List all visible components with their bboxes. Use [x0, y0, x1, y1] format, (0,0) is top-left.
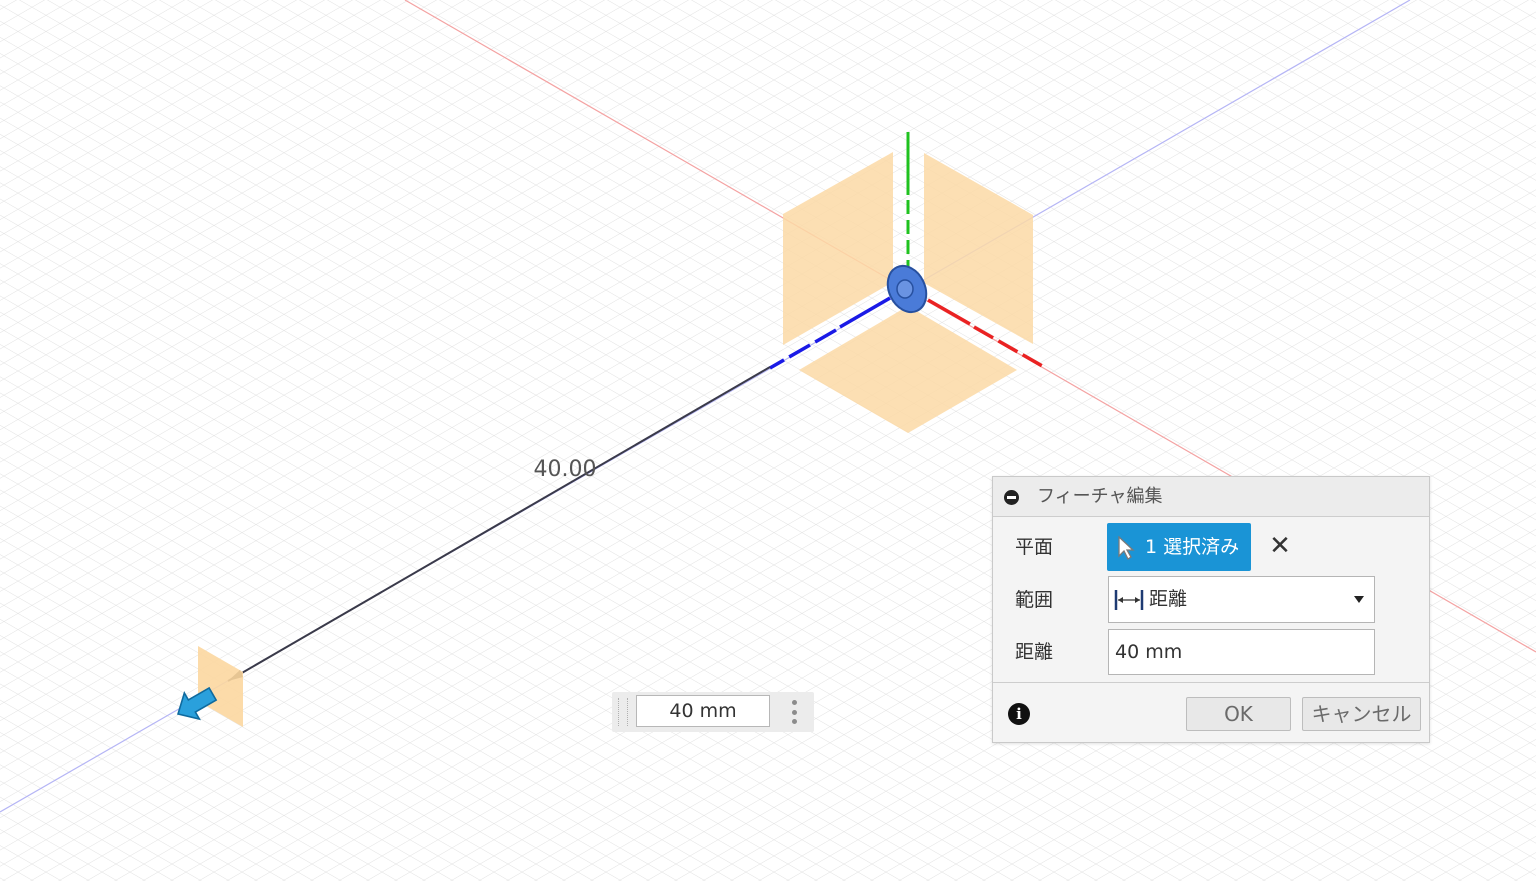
info-icon[interactable]: i: [1008, 703, 1030, 725]
drag-grip-icon[interactable]: [618, 698, 628, 726]
plane-selection-button[interactable]: 1 選択済み: [1107, 523, 1251, 571]
distance-extent-icon: [1114, 590, 1144, 610]
dimension-text[interactable]: 40.00: [534, 457, 597, 482]
extent-label: 範囲: [1015, 589, 1054, 611]
extent-dropdown[interactable]: 距離: [1108, 576, 1375, 623]
more-options-icon[interactable]: [790, 700, 798, 724]
distance-label: 距離: [1015, 641, 1054, 663]
plane-label: 平面: [1015, 536, 1054, 558]
feature-edit-dialog: フィーチャ編集 平面 1 選択済み ✕ 範囲 距離 距離 40 mm i OK …: [992, 476, 1430, 743]
floating-distance-field[interactable]: 40 mm: [636, 695, 770, 727]
cursor-arrow-icon: [1118, 536, 1135, 560]
dialog-title: フィーチャ編集: [1037, 486, 1163, 507]
extent-value: 距離: [1149, 588, 1188, 610]
grid-lines-b: [0, 0, 1536, 881]
dialog-footer: i OK キャンセル: [993, 682, 1429, 742]
ok-button[interactable]: OK: [1186, 697, 1291, 731]
clear-selection-icon[interactable]: ✕: [1269, 533, 1291, 559]
viewport-canvas[interactable]: 40.00: [0, 0, 1536, 881]
3d-viewport[interactable]: 40.00: [0, 0, 1536, 881]
collapse-icon[interactable]: [1004, 490, 1019, 505]
floating-distance-input[interactable]: 40 mm: [612, 692, 814, 732]
cancel-button[interactable]: キャンセル: [1302, 697, 1421, 731]
distance-input[interactable]: 40 mm: [1108, 629, 1375, 675]
dialog-header: フィーチャ編集: [993, 477, 1429, 517]
chevron-down-icon: [1354, 596, 1364, 603]
plane-selection-label: 1 選択済み: [1145, 536, 1240, 558]
